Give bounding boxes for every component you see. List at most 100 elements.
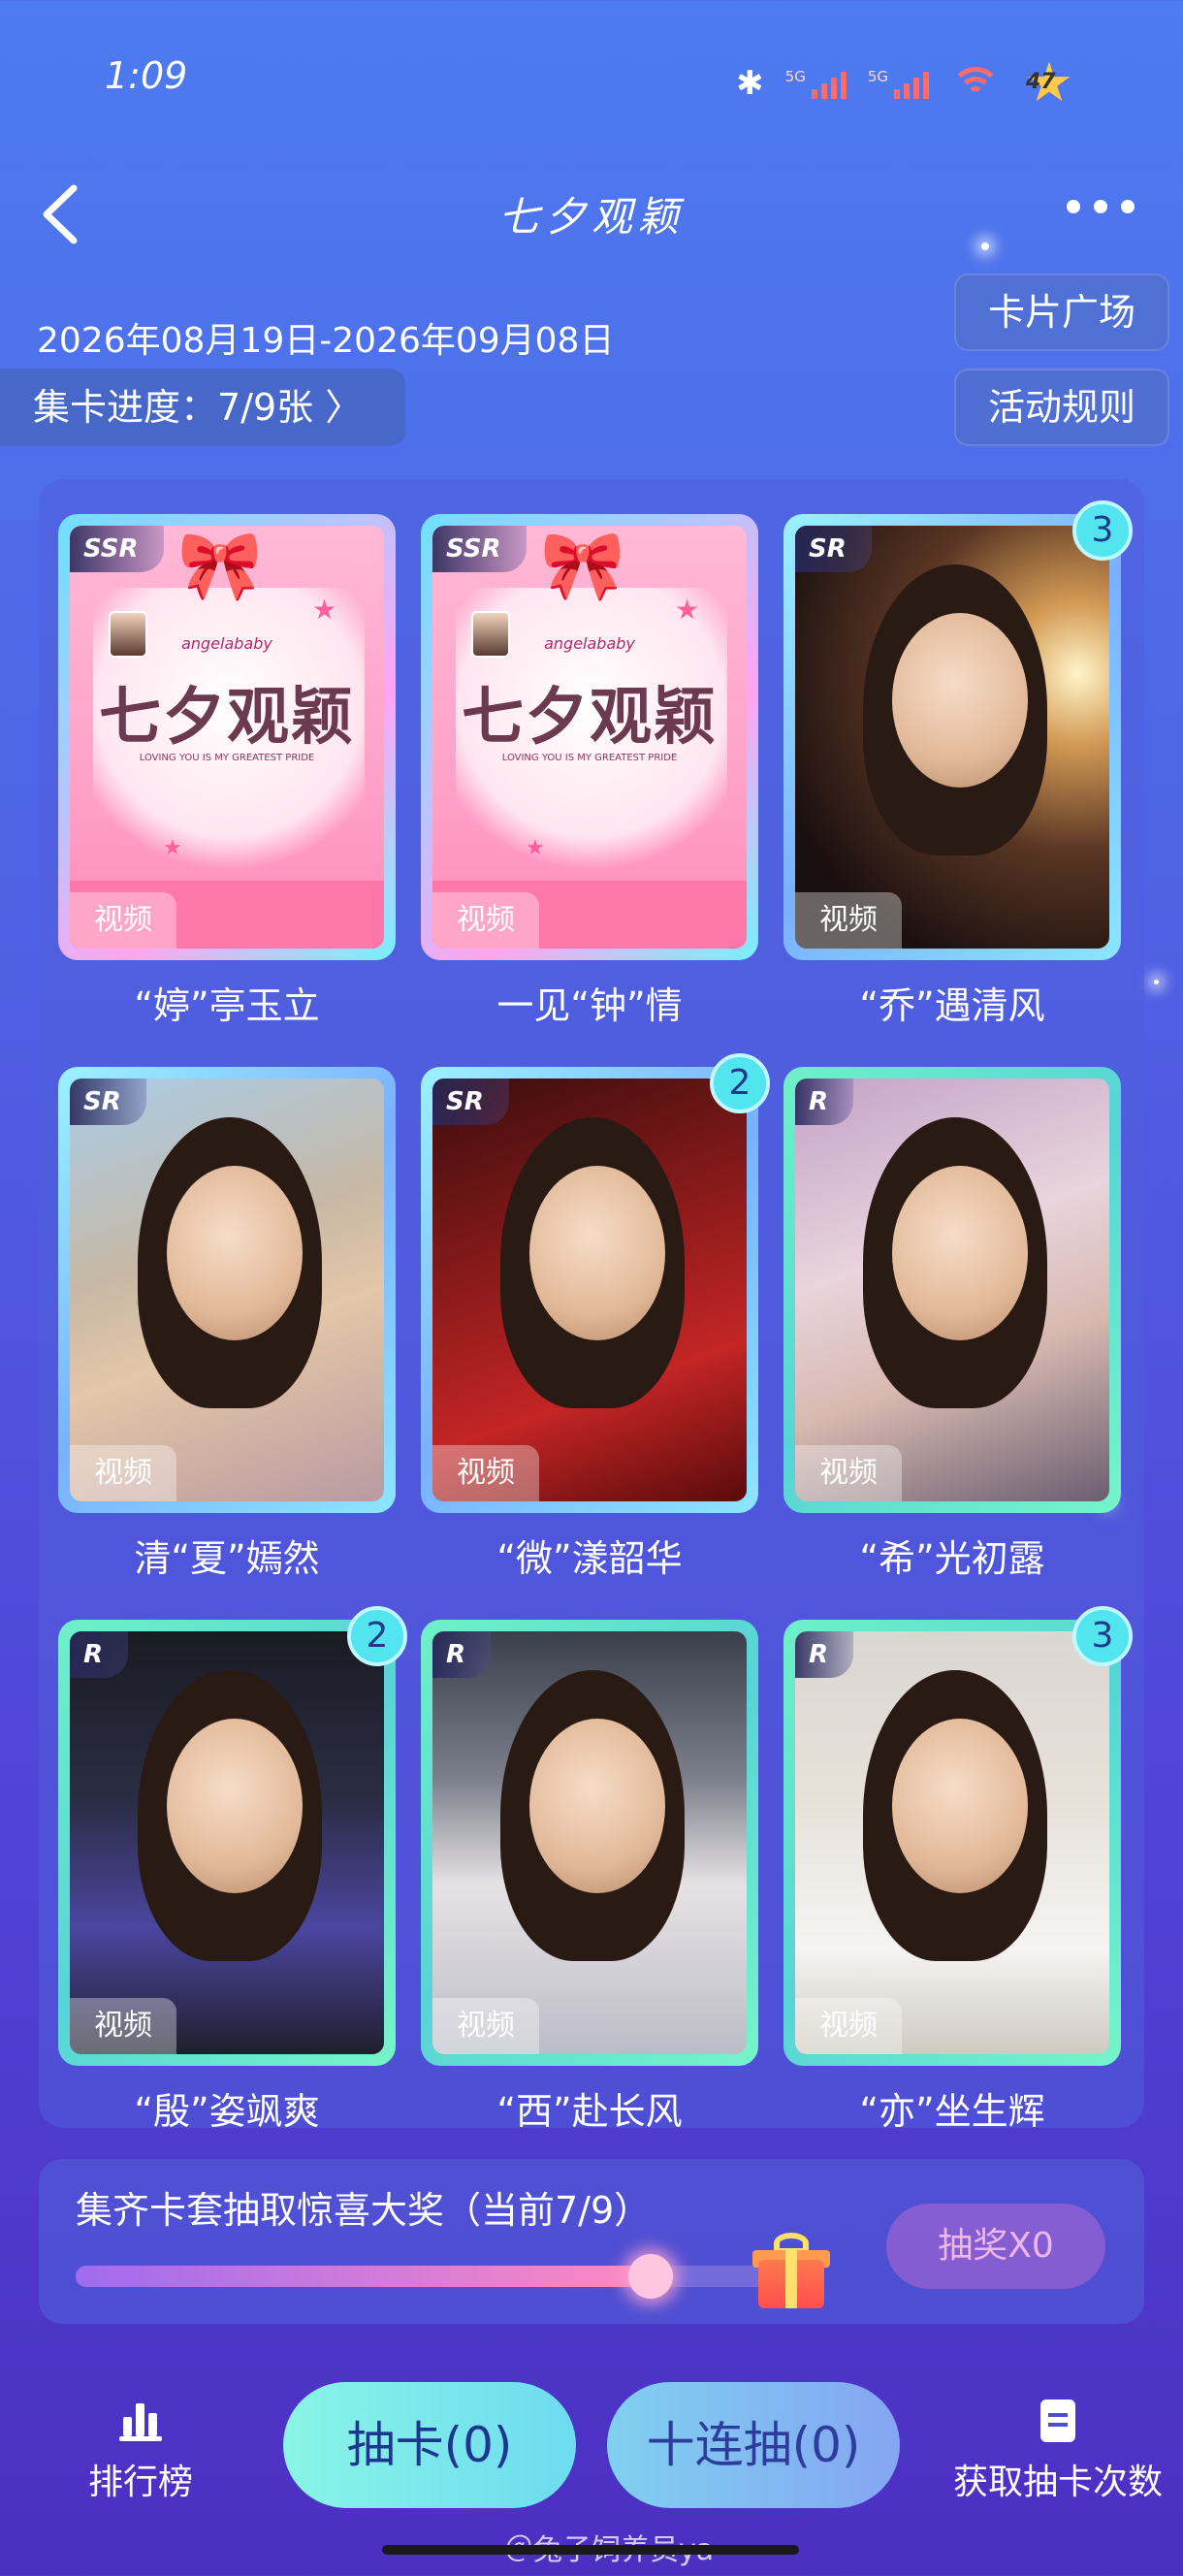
bow-icon: 🎀 [540, 526, 625, 605]
duplicate-count-badge: 3 [1072, 500, 1133, 561]
bluetooth-icon: ✱ [736, 64, 764, 103]
event-rules-button[interactable]: 活动规则 [954, 369, 1169, 446]
lottery-progress-bar [76, 2254, 813, 2299]
card-cell: SR 视频 3 “乔”遇清风 [783, 500, 1133, 1067]
rarity-badge: R [432, 1631, 492, 1678]
collection-card[interactable]: R 视频 3 [783, 1606, 1133, 2066]
bow-icon: 🎀 [177, 526, 263, 605]
card-plaza-button[interactable]: 卡片广场 [954, 274, 1169, 351]
dot-icon [1121, 200, 1135, 213]
card-cell: SR 视频 清“夏”嫣然 [58, 1067, 396, 1620]
lottery-text: 集齐卡套抽取惊喜大奖（当前7/9） [76, 2189, 652, 2232]
artwork-subtitle: LOVING YOU IS MY GREATEST PRIDE [139, 753, 315, 763]
rarity-badge: SR [795, 526, 872, 572]
card-artwork: SR 视频 [70, 1079, 384, 1501]
card-artwork: R 视频 [70, 1631, 384, 2054]
video-tag: 视频 [795, 1998, 902, 2054]
signal-icon: 5G [868, 68, 929, 99]
card-artwork: SR 视频 [795, 526, 1109, 949]
card-cell: SR 视频 2 “微”漾韶华 [421, 1053, 770, 1620]
card-cell: R 视频 “西”赴长风 [421, 1620, 758, 2128]
draw-card-button[interactable]: 抽卡(0) [283, 2382, 576, 2508]
rarity-badge: SSR [432, 526, 527, 572]
card-name: 一见“钟”情 [496, 984, 683, 1027]
card-cell: 🎀 angelababy 七夕观颖 LOVING YOU IS MY GREAT… [58, 514, 396, 1067]
artwork-subtitle: LOVING YOU IS MY GREATEST PRIDE [501, 753, 678, 763]
status-icons: ✱ 5G 5G ★ 47 [736, 56, 1076, 111]
card-cell: R 视频 3 “亦”坐生辉 [783, 1606, 1133, 2128]
collection-progress-button[interactable]: 集卡进度：7/9张 〉 [0, 369, 405, 446]
artwork-caption: angelababy [544, 634, 635, 653]
collection-card[interactable]: R 视频 [421, 1620, 758, 2066]
collection-card[interactable]: 🎀 angelababy 七夕观颖 LOVING YOU IS MY GREAT… [421, 514, 758, 960]
card-collection-panel: 🎀 angelababy 七夕观颖 LOVING YOU IS MY GREAT… [39, 479, 1144, 2128]
collection-card[interactable]: 🎀 angelababy 七夕观颖 LOVING YOU IS MY GREAT… [58, 514, 396, 960]
bar-chart-icon [119, 2403, 162, 2441]
star-icon: ★ [163, 836, 182, 860]
video-tag: 视频 [432, 1445, 539, 1501]
get-draw-chances-button[interactable]: 获取抽卡次数 [927, 2398, 1183, 2504]
collection-card[interactable]: R 视频 2 [58, 1606, 407, 2066]
collection-card[interactable]: SR 视频 3 [783, 500, 1133, 960]
rarity-badge: SR [432, 1079, 509, 1125]
status-bar: 1:09 ✱ 5G 5G ★ 47 [0, 0, 1183, 145]
duplicate-count-badge: 3 [1072, 1606, 1133, 1666]
card-cell: 🎀 angelababy 七夕观颖 LOVING YOU IS MY GREAT… [421, 514, 758, 1067]
sparkle-decoration [1154, 980, 1159, 984]
rarity-badge: SSR [70, 526, 164, 572]
gift-icon [752, 2233, 830, 2310]
duplicate-count-badge: 2 [710, 1053, 770, 1113]
collection-card[interactable]: SR 视频 [58, 1067, 396, 1513]
card-name: 清“夏”嫣然 [134, 1537, 320, 1580]
progress-knob [627, 2254, 673, 2299]
wifi-icon [950, 67, 1001, 100]
card-artwork: 🎀 angelababy 七夕观颖 LOVING YOU IS MY GREAT… [70, 526, 384, 949]
battery-icon: ★ 47 [1024, 51, 1074, 114]
signal-icon: 5G [785, 68, 847, 99]
artwork-title: 七夕观颖 [462, 681, 718, 754]
card-cell: R 视频 2 “殷”姿飒爽 [58, 1606, 407, 2128]
video-tag: 视频 [795, 892, 902, 949]
card-name: “乔”遇清风 [859, 984, 1045, 1027]
rarity-badge: R [70, 1631, 129, 1678]
leaderboard-button[interactable]: 排行榜 [78, 2398, 204, 2504]
card-artwork: SR 视频 [432, 1079, 747, 1501]
rarity-badge: SR [70, 1079, 146, 1125]
dot-icon [1067, 200, 1080, 213]
network-type-label: 5G [867, 68, 888, 85]
artwork-caption: angelababy [181, 634, 272, 653]
star-icon: ★ [526, 836, 545, 860]
collection-card[interactable]: SR 视频 2 [421, 1053, 770, 1513]
leaderboard-label: 排行榜 [87, 2463, 193, 2502]
card-name: “亦”坐生辉 [859, 2090, 1045, 2128]
lottery-panel: 集齐卡套抽取惊喜大奖（当前7/9） 抽奖X0 [39, 2159, 1144, 2324]
star-icon: ★ [312, 594, 337, 626]
rarity-badge: R [795, 1631, 854, 1678]
collection-card[interactable]: R 视频 [783, 1067, 1121, 1513]
card-artwork: 🎀 angelababy 七夕观颖 LOVING YOU IS MY GREAT… [432, 526, 747, 949]
home-indicator [382, 2545, 799, 2555]
card-name: “希”光初露 [859, 1537, 1045, 1580]
card-artwork: R 视频 [795, 1079, 1109, 1501]
more-options-button[interactable] [1067, 200, 1135, 213]
card-artwork: R 视频 [432, 1631, 747, 2054]
video-tag: 视频 [70, 1998, 176, 2054]
artwork-title: 七夕观颖 [99, 681, 355, 754]
duplicate-count-badge: 2 [347, 1606, 407, 1666]
document-icon [1040, 2399, 1075, 2442]
draw-prize-button[interactable]: 抽奖X0 [886, 2204, 1105, 2289]
battery-level: 47 [1026, 70, 1056, 94]
rarity-badge: R [795, 1079, 854, 1125]
network-type-label: 5G [784, 68, 806, 85]
page-title: 七夕观颖 [497, 193, 685, 241]
sparkle-decoration [981, 242, 989, 250]
video-tag: 视频 [70, 1445, 176, 1501]
get-draw-chances-label: 获取抽卡次数 [952, 2463, 1163, 2502]
card-name: “微”漾韶华 [496, 1537, 683, 1580]
ten-draw-button[interactable]: 十连抽(0) [607, 2382, 900, 2508]
card-name: “婷”亭玉立 [134, 984, 320, 1027]
card-name: “西”赴长风 [496, 2090, 683, 2128]
video-tag: 视频 [432, 1998, 539, 2054]
lottery-progress-fill [76, 2266, 651, 2287]
card-cell: R 视频 “希”光初露 [783, 1067, 1121, 1620]
